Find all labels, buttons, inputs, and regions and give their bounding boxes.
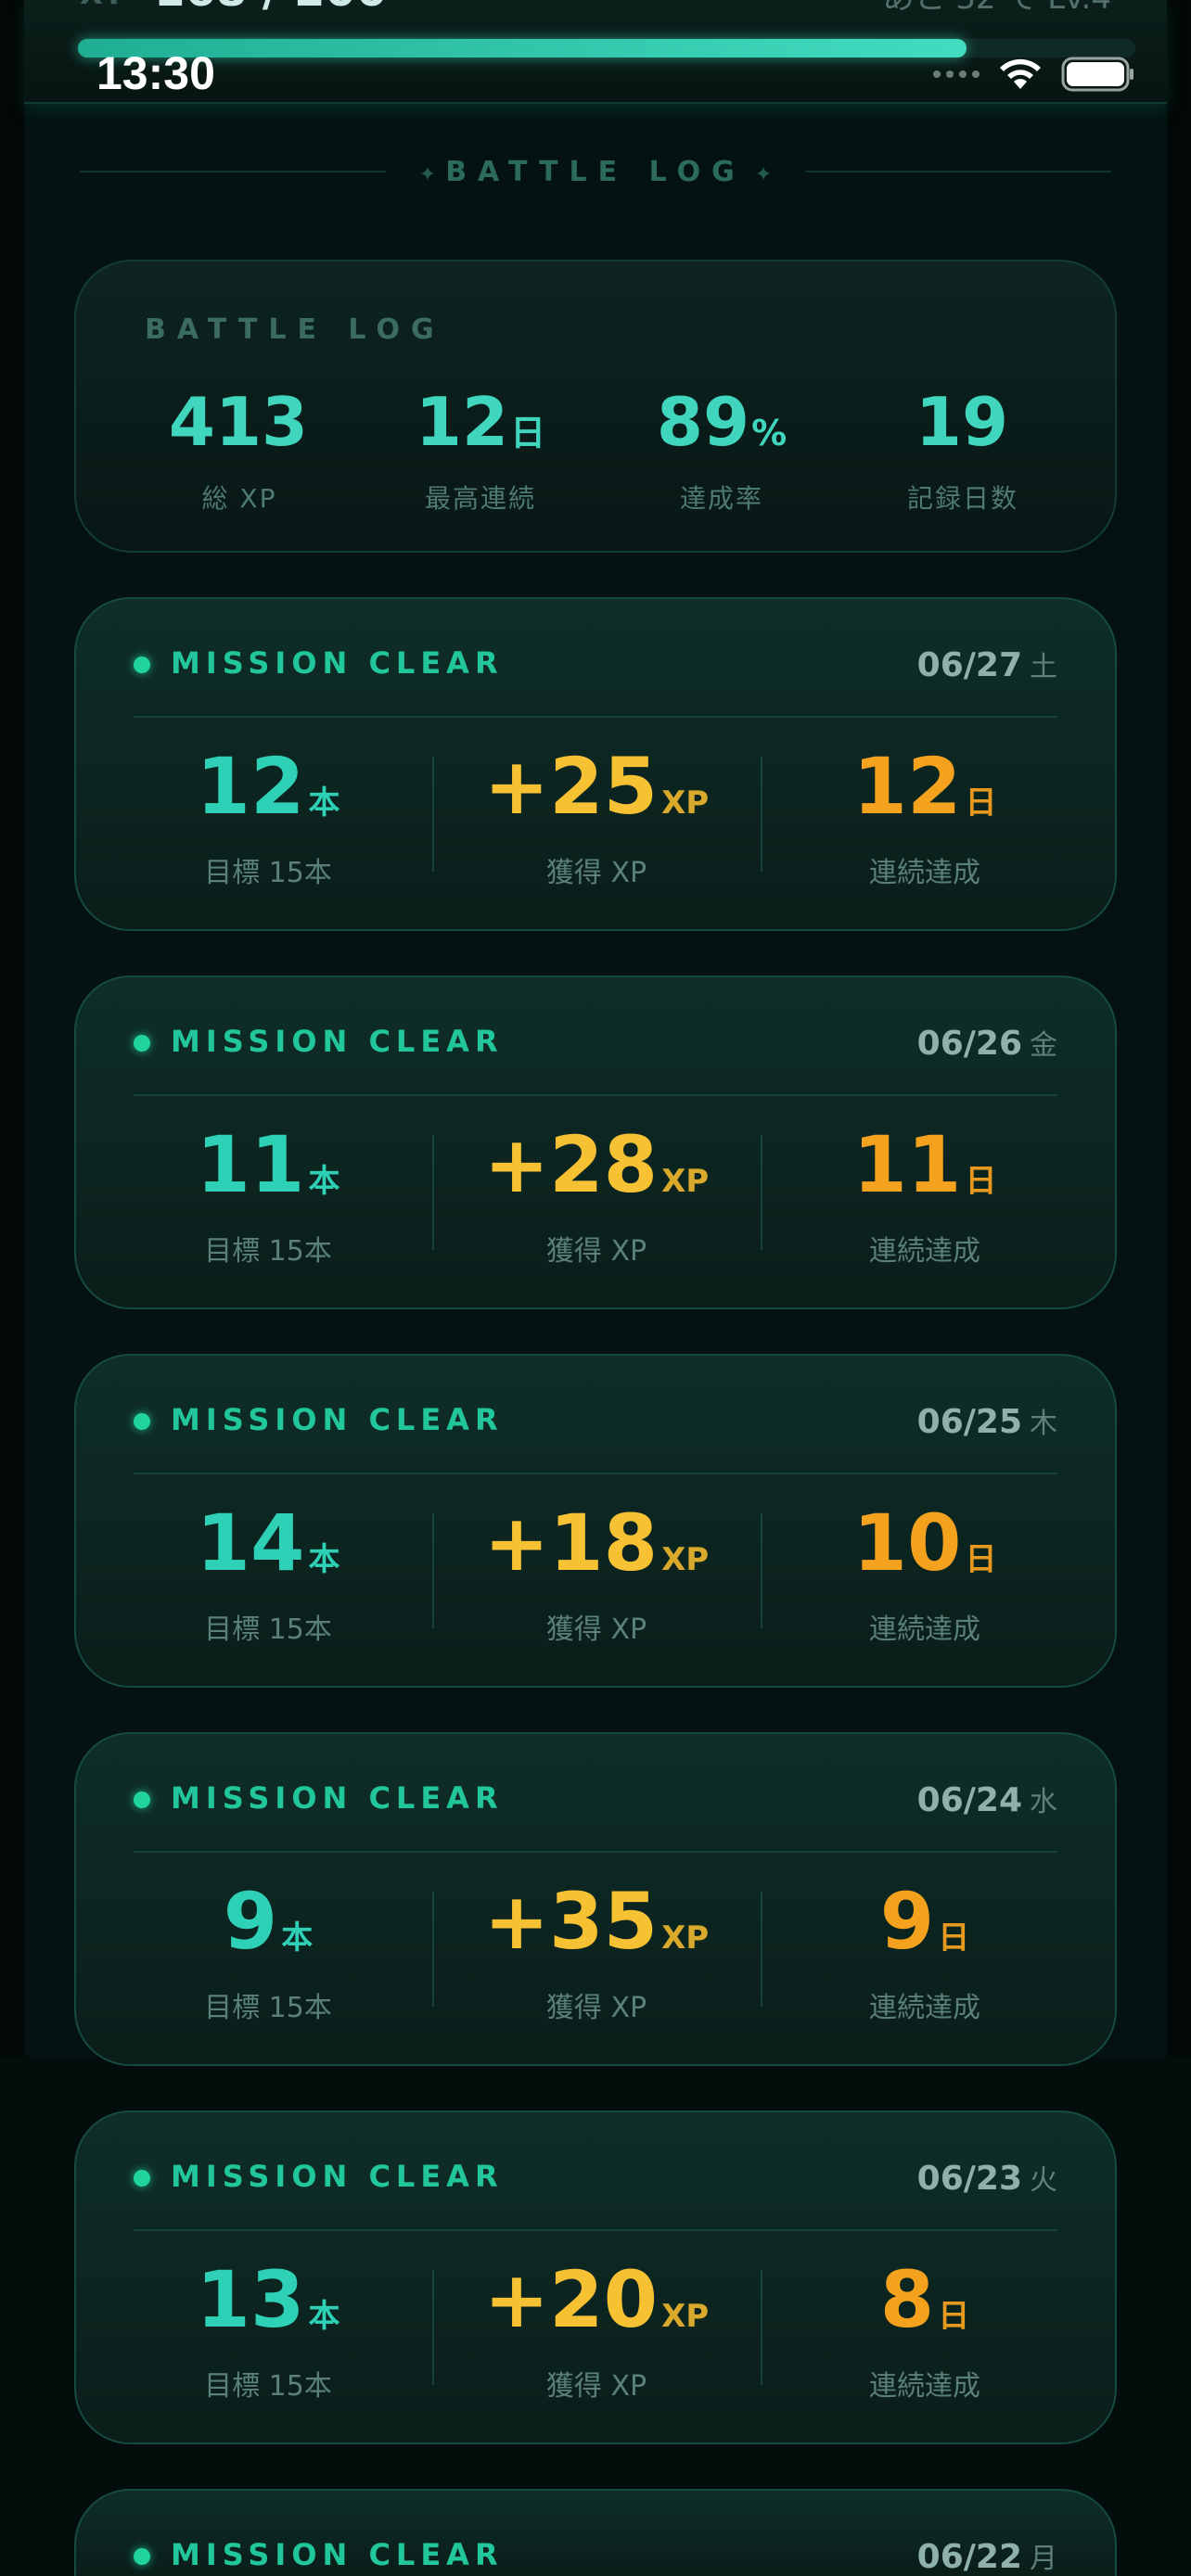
log-date: 06/24 水 — [916, 1781, 1057, 1819]
battle-log-summary-card: BATTLE LOG 413 総 XP 12日 最高連続 89% 達成率 19 … — [74, 260, 1117, 553]
section-divider: ✦ BATTLE LOG ✦ — [80, 156, 1111, 188]
xp-value: 168 / 200 — [154, 0, 387, 17]
summary-stats: 413 総 XP 12日 最高連続 89% 達成率 19 記録日数 — [119, 382, 1083, 516]
log-date: 06/26 金 — [916, 1025, 1057, 1063]
streak-column: 12 日 連続達成 — [761, 740, 1089, 889]
streak-column: 9日 連続達成 — [761, 1875, 1089, 2024]
cellular-signal-icon — [933, 70, 980, 78]
wifi-icon — [996, 56, 1044, 93]
count-column: 12 本 目標 15本 — [196, 741, 340, 889]
xp-column: +28 XP 獲得 XP — [432, 1118, 761, 1268]
mission-status: MISSION CLEAR — [171, 645, 504, 681]
count-column: 14 本 目標 15本 — [196, 1498, 340, 1646]
xp-label: XP — [80, 0, 135, 11]
next-level-text: あと 32 で Lv.4 — [882, 0, 1111, 18]
log-date: 06/22 月 — [916, 2538, 1057, 2576]
status-time: 13:30 — [96, 47, 215, 99]
mission-status: MISSION CLEAR — [171, 1780, 504, 1816]
log-card[interactable]: MISSION CLEAR 06/27 土 12 本 目標 15本 +25 XP 獲得… — [74, 597, 1117, 931]
log-card[interactable]: MISSION CLEAR 06/23 火 13 本 目標 15本 +20 XP 獲得… — [74, 2111, 1117, 2444]
log-date: 06/25 木 — [916, 1403, 1057, 1441]
summary-title: BATTLE LOG — [145, 313, 445, 346]
log-card[interactable]: MISSION CLEAR 06/24 水 9本 目標 15本 +35 XP 獲得 … — [74, 1732, 1117, 2066]
status-dot-icon — [134, 657, 150, 673]
xp-column: +18 XP 獲得 XP — [432, 1497, 761, 1646]
count-column: 13 本 目標 15本 — [196, 2254, 340, 2403]
stat-total-xp: 413 総 XP — [168, 383, 309, 514]
mission-status: MISSION CLEAR — [171, 2159, 504, 2194]
streak-column: 8日 連続達成 — [761, 2253, 1089, 2403]
log-date: 06/27 土 — [916, 646, 1057, 684]
log-card[interactable]: MISSION CLEAR 06/25 木 14 本 目標 15本 +18 XP 獲得… — [74, 1354, 1117, 1688]
count-column: 11 本 目標 15本 — [196, 1119, 340, 1268]
xp-column: +35 XP 獲得 XP — [432, 1875, 761, 2024]
log-card[interactable]: MISSION CLEAR 06/26 金 11 本 目標 15本 +28 XP 獲得… — [74, 976, 1117, 1309]
battery-icon — [1061, 56, 1135, 93]
count-column: 9本 目標 15本 — [204, 1876, 332, 2024]
stat-best-streak: 12日 最高連続 — [415, 383, 546, 514]
stat-record-days: 19 記録日数 — [906, 383, 1018, 514]
section-title: ✦ BATTLE LOG ✦ — [418, 156, 773, 188]
star-ornament-icon: ✦ — [754, 163, 773, 186]
status-dot-icon — [134, 2170, 150, 2187]
streak-column: 10 日 連続達成 — [761, 1497, 1089, 1646]
status-dot-icon — [134, 1035, 150, 1052]
log-card[interactable]: MISSION CLEAR 06/22 月 — [74, 2489, 1117, 2576]
status-icons — [933, 56, 1135, 93]
status-dot-icon — [134, 1413, 150, 1430]
xp-progress-bar — [78, 39, 1135, 57]
xp-column: +20 XP 獲得 XP — [432, 2253, 761, 2403]
status-dot-icon — [134, 1792, 150, 1808]
streak-column: 11 日 連続達成 — [761, 1118, 1089, 1268]
mission-status: MISSION CLEAR — [171, 1024, 504, 1059]
log-date: 06/23 火 — [916, 2160, 1057, 2198]
status-dot-icon — [134, 2548, 150, 2565]
xp-column: +25 XP 獲得 XP — [432, 740, 761, 889]
star-ornament-icon: ✦ — [418, 163, 437, 186]
stat-achievement-rate: 89% 達成率 — [656, 383, 788, 514]
mission-status: MISSION CLEAR — [171, 2537, 504, 2572]
mission-status: MISSION CLEAR — [171, 1402, 504, 1437]
